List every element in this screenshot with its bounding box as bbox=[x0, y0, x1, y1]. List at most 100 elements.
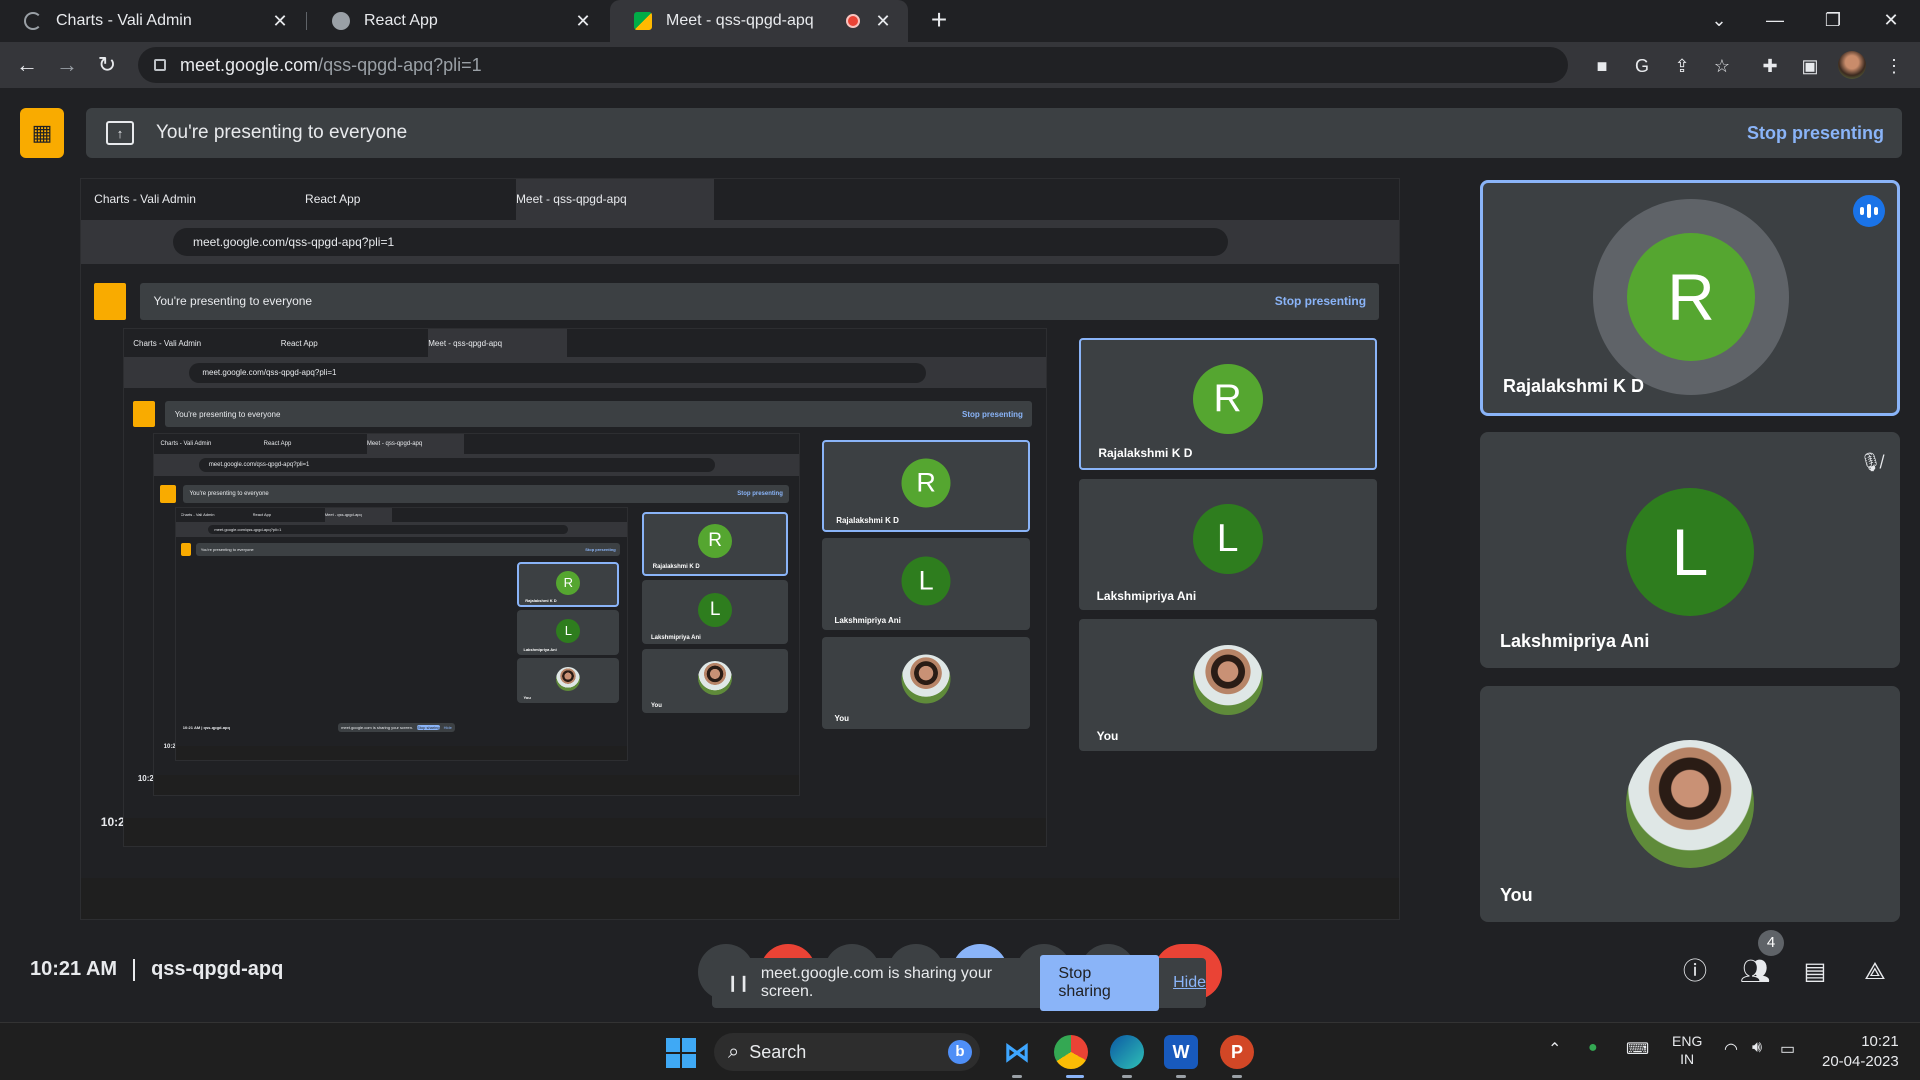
new-tab-button[interactable]: + bbox=[922, 4, 956, 36]
mini-avatar: R bbox=[901, 458, 951, 508]
google-meet-icon bbox=[634, 12, 652, 30]
tab-meet[interactable]: Meet - qss-qpgd-apq ✕ bbox=[610, 0, 908, 42]
back-button[interactable]: ← bbox=[12, 50, 42, 80]
minimize-button[interactable]: — bbox=[1752, 6, 1798, 34]
presenting-banner: ↑ You're presenting to everyone Stop pre… bbox=[86, 108, 1902, 158]
mini-banner-text: You're presenting to everyone bbox=[189, 490, 269, 497]
mini-participant-tile: You bbox=[821, 636, 1031, 729]
url-path: /qss-qpgd-apq?pli=1 bbox=[318, 54, 482, 75]
meeting-code: qss-qpgd-apq bbox=[151, 958, 284, 980]
taskbar-search[interactable]: ⌕ Search b bbox=[714, 1033, 980, 1071]
mini-participant-name: You bbox=[650, 703, 662, 710]
mini-hide: Hide bbox=[443, 724, 452, 730]
stop-presenting-button[interactable]: Stop presenting bbox=[1747, 123, 1884, 144]
system-clock[interactable]: 10:21 20-04-2023 bbox=[1822, 1032, 1899, 1072]
participant-tile-rajalakshmi[interactable]: R Rajalakshmi K D bbox=[1480, 180, 1900, 416]
mini-sharing-message: meet.google.com is sharing your screen. bbox=[341, 724, 414, 730]
mini-avatar: R bbox=[698, 524, 733, 559]
tab-close-icon[interactable]: ✕ bbox=[872, 11, 894, 32]
mini-stop-sharing: Stop sharing bbox=[417, 724, 440, 730]
tab-close-icon[interactable]: ✕ bbox=[269, 11, 291, 32]
google-icon[interactable]: G bbox=[1630, 54, 1654, 78]
present-screen-icon: ↑ bbox=[106, 121, 134, 145]
mini-participant-name: Lakshmipriya Ani bbox=[834, 615, 901, 625]
globe-icon bbox=[332, 12, 350, 30]
mini-tab: Meet - qss-qpgd-apq bbox=[366, 434, 464, 454]
speaking-indicator-icon bbox=[1853, 195, 1885, 227]
profile-avatar[interactable] bbox=[1838, 51, 1866, 79]
mini-tab-bar: Charts - Vali Admin React App Meet - qss-q… bbox=[124, 329, 1046, 358]
wifi-icon[interactable]: ◠ bbox=[1724, 1039, 1738, 1059]
forward-button[interactable]: → bbox=[52, 50, 82, 80]
avatar-initial: R bbox=[1667, 260, 1715, 334]
mini-participant-tile: L Lakshmipriya Ani bbox=[1078, 478, 1377, 611]
mini-participant-name: Lakshmipriya Ani bbox=[650, 634, 701, 641]
mini-participant-tile: L Lakshmipriya Ani bbox=[821, 538, 1031, 631]
close-window-button[interactable]: ✕ bbox=[1868, 6, 1914, 34]
mini-url: meet.google.com/qss-qpgd-apq?pli=1 bbox=[199, 457, 716, 472]
mini-avatar: R bbox=[1192, 363, 1263, 434]
participant-tile-lakshmipriya[interactable]: L 🎙︎̸ Lakshmipriya Ani bbox=[1480, 432, 1900, 668]
powerpoint-icon[interactable]: P bbox=[1220, 1035, 1254, 1069]
people-icon[interactable]: 👥︎ bbox=[1738, 955, 1772, 989]
user-photo bbox=[1626, 740, 1754, 868]
keyboard-icon[interactable]: ⌨ bbox=[1626, 1039, 1649, 1059]
mini-tab-bar: Charts - Vali Admin React App Meet - qss-q… bbox=[81, 179, 1399, 220]
mini-stop-presenting: Stop presenting bbox=[962, 409, 1023, 419]
participant-tile-you[interactable]: You bbox=[1480, 686, 1900, 922]
microphone-icon[interactable]: ● bbox=[1588, 1039, 1598, 1057]
avatar: L bbox=[1626, 488, 1754, 616]
tab-search-button[interactable]: ⌄ bbox=[1696, 6, 1742, 34]
mini-url: meet.google.com/qss-qpgd-apq?pli=1 bbox=[188, 363, 927, 383]
volume-icon[interactable]: 🔊︎ bbox=[1752, 1039, 1762, 1057]
mini-tab: Charts - Vali Admin bbox=[180, 512, 215, 518]
camera-icon[interactable]: ■ bbox=[1590, 54, 1614, 78]
running-indicator bbox=[1176, 1075, 1186, 1078]
region-text: IN bbox=[1680, 1051, 1695, 1067]
vscode-icon[interactable]: ⋈ bbox=[1000, 1035, 1034, 1069]
mini-stop-presenting: Stop presenting bbox=[585, 547, 616, 553]
bookmark-star-icon[interactable]: ☆ bbox=[1710, 54, 1734, 78]
activities-icon[interactable]: ⟁ bbox=[1858, 955, 1892, 989]
chevron-up-icon[interactable]: ⌃ bbox=[1548, 1039, 1561, 1059]
mini-participant-name: Rajalakshmi K D bbox=[836, 515, 899, 525]
extensions-icon[interactable]: ✚ bbox=[1758, 54, 1782, 78]
mini-participant-tile: R Rajalakshmi K D bbox=[821, 440, 1031, 533]
chrome-icon[interactable] bbox=[1054, 1035, 1088, 1069]
tab-close-icon[interactable]: ✕ bbox=[572, 11, 594, 32]
share-icon[interactable]: ⇪ bbox=[1670, 54, 1694, 78]
mini-tab-bar: Charts - Vali Admin React App Meet - qss-q… bbox=[176, 508, 627, 522]
word-icon[interactable]: W bbox=[1164, 1035, 1198, 1069]
mini-tab: React App bbox=[252, 512, 272, 518]
reload-button[interactable]: ↻ bbox=[92, 50, 122, 80]
language-indicator[interactable]: ENG IN bbox=[1672, 1032, 1702, 1068]
mini-address-bar: meet.google.com/qss-qpgd-apq?pli=1 bbox=[124, 357, 1046, 389]
mini-avatar bbox=[556, 666, 581, 691]
side-panel-icon[interactable]: ▣ bbox=[1798, 54, 1822, 78]
battery-icon[interactable]: ▭ bbox=[1780, 1039, 1795, 1059]
mini-avatar: L bbox=[901, 556, 951, 606]
chat-icon[interactable]: ▤ bbox=[1798, 955, 1832, 989]
windows-start-button[interactable] bbox=[666, 1038, 696, 1068]
mini-meeting-details: 10:21 AM | qss-qpgd-apq bbox=[182, 724, 230, 730]
tab-react-app[interactable]: React App ✕ bbox=[308, 0, 608, 42]
tab-charts-vali-admin[interactable]: Charts - Vali Admin ✕ bbox=[0, 0, 305, 42]
menu-icon[interactable]: ⋮ bbox=[1882, 54, 1906, 78]
mini-tab: Charts - Vali Admin bbox=[133, 338, 202, 348]
mini-address-bar: meet.google.com/qss-qpgd-apq?pli=1 bbox=[176, 521, 627, 537]
tab-title: Meet - qss-qpgd-apq bbox=[666, 12, 814, 29]
address-bar[interactable]: meet.google.com/qss-qpgd-apq?pli=1 bbox=[138, 47, 1568, 83]
mini-presentation-icon bbox=[160, 484, 176, 503]
url-host: meet.google.com bbox=[180, 54, 319, 75]
bing-icon[interactable]: b bbox=[948, 1040, 972, 1064]
mini-avatar: L bbox=[556, 618, 581, 643]
presenting-text: You're presenting to everyone bbox=[156, 122, 408, 143]
meeting-time: 10:21 AM bbox=[30, 958, 118, 980]
restore-button[interactable]: ❐ bbox=[1810, 6, 1856, 34]
stop-sharing-button[interactable]: Stop sharing bbox=[1040, 955, 1160, 1011]
hide-button[interactable]: Hide bbox=[1173, 974, 1206, 992]
mini-avatar: R bbox=[556, 570, 581, 595]
edge-icon[interactable] bbox=[1110, 1035, 1144, 1069]
mini-stop-presenting: Stop presenting bbox=[1274, 294, 1367, 309]
info-icon[interactable]: ⓘ bbox=[1678, 955, 1712, 989]
